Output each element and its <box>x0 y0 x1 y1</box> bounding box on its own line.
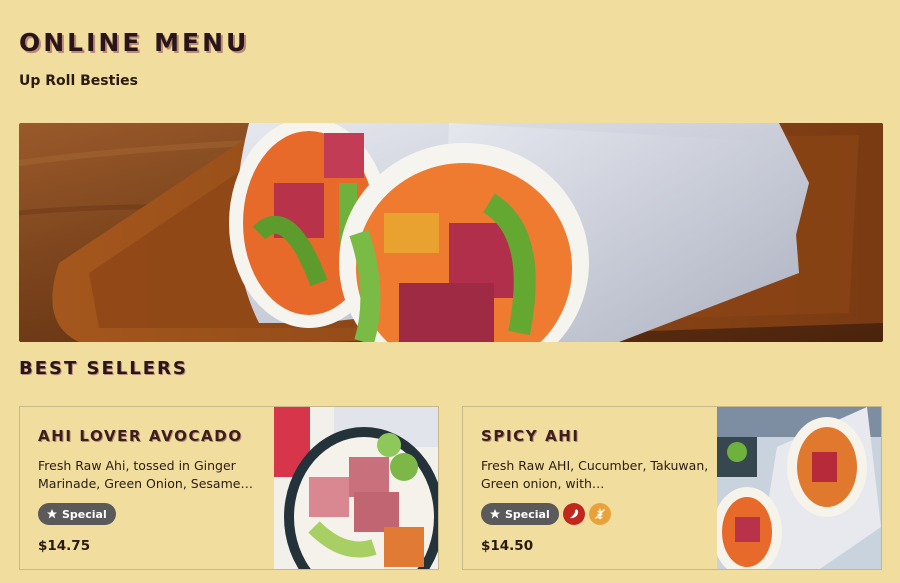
menu-item-description: Fresh Raw AHI, Cucumber, Takuwan, Green … <box>481 458 709 491</box>
restaurant-name: Up Roll Besties <box>19 73 138 89</box>
menu-item-tags: Special <box>481 503 711 525</box>
menu-item-description: Fresh Raw Ahi, tossed in Ginger Marinade… <box>38 458 253 491</box>
section-title-best-sellers: BEST SELLERS <box>19 358 188 379</box>
menu-item-price: $14.50 <box>481 538 534 554</box>
special-badge: Special <box>38 503 116 525</box>
star-icon <box>47 509 57 519</box>
special-badge: Special <box>481 503 559 525</box>
chili-pepper-icon <box>562 503 585 525</box>
menu-item-name: AHI LOVER AVOCADO <box>38 427 243 445</box>
menu-item-name: SPICY AHI <box>481 427 580 445</box>
star-icon <box>490 509 500 519</box>
wheat-icon <box>588 503 611 525</box>
menu-item-tags: Special <box>38 503 268 525</box>
menu-item-image <box>274 407 438 569</box>
hero-image <box>19 123 883 342</box>
menu-item-image <box>717 407 881 569</box>
special-badge-label: Special <box>62 507 107 521</box>
menu-item-price: $14.75 <box>38 538 91 554</box>
menu-item-card[interactable]: SPICY AHI Fresh Raw AHI, Cucumber, Takuw… <box>462 406 882 570</box>
special-badge-label: Special <box>505 507 550 521</box>
page-title: ONLINE MENU <box>19 28 250 57</box>
menu-item-card[interactable]: AHI LOVER AVOCADO Fresh Raw Ahi, tossed … <box>19 406 439 570</box>
